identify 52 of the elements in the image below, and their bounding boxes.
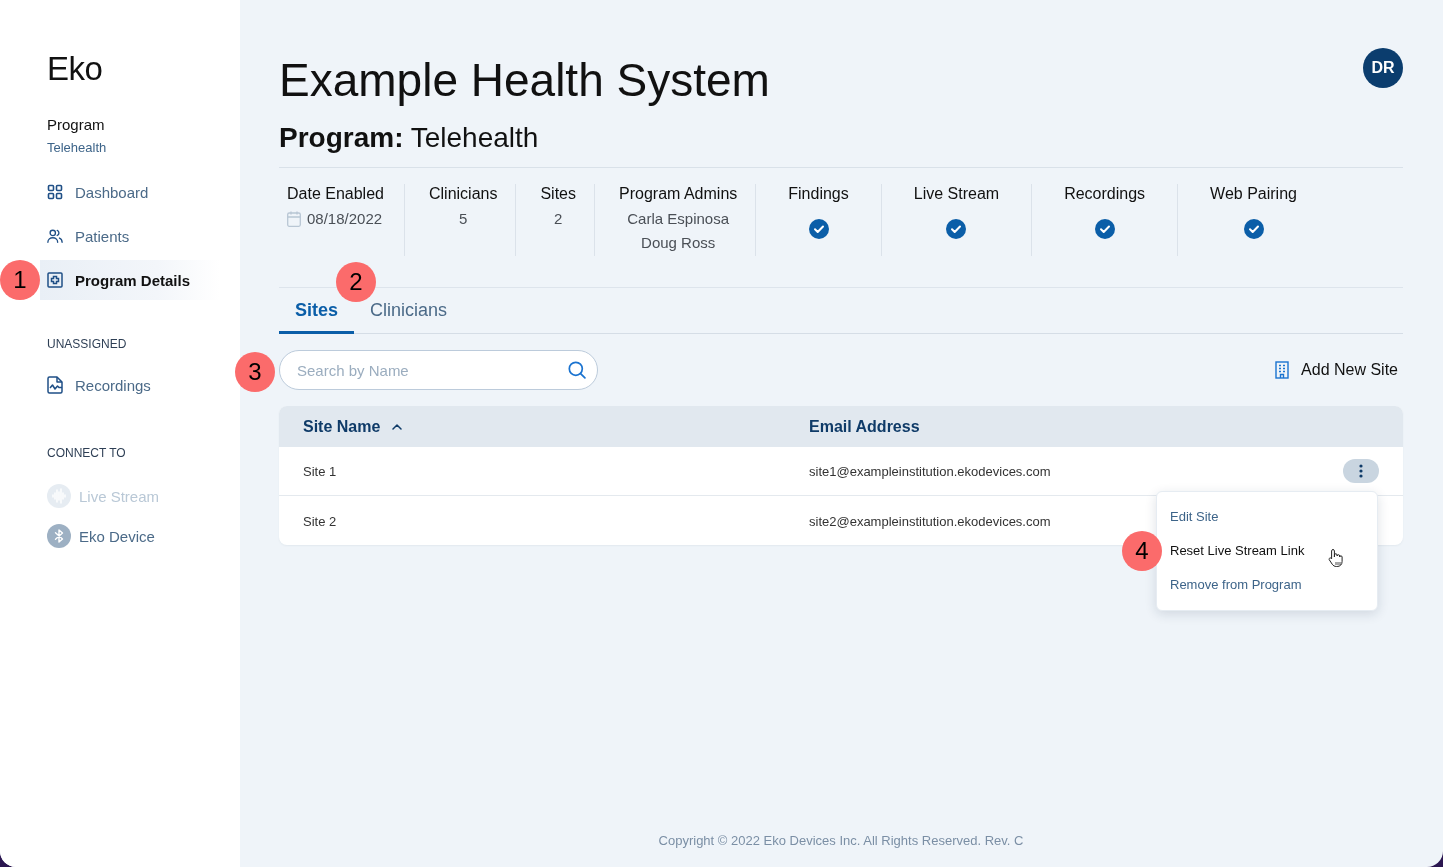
program-heading: Program: Telehealth <box>279 121 539 155</box>
plus-square-icon <box>47 272 63 288</box>
stat-label: Web Pairing <box>1210 184 1297 204</box>
logo: Eko <box>47 50 104 88</box>
stat-value: 5 <box>459 209 468 229</box>
add-site-button[interactable]: Add New Site <box>1275 361 1403 379</box>
stat-label: Program Admins <box>619 184 738 204</box>
calendar-icon <box>287 211 301 227</box>
page-title: Example Health System <box>279 53 770 108</box>
stat-label: Date Enabled <box>287 184 384 204</box>
step-callout: 3 <box>235 352 275 392</box>
step-callout: 4 <box>1122 531 1162 571</box>
stat-label: Findings <box>788 184 849 204</box>
more-button[interactable] <box>1343 459 1379 483</box>
stat-label: Live Stream <box>913 184 1000 204</box>
vertical-dots-icon <box>1359 464 1363 478</box>
section-heading: UNASSIGNED <box>47 336 128 352</box>
column-header[interactable]: Site Name <box>279 406 785 447</box>
document-wave-icon <box>47 376 63 394</box>
step-callout: 2 <box>336 262 377 302</box>
program-name: Telehealth <box>47 139 108 157</box>
table-cell: Site 2 <box>303 513 337 529</box>
building-icon <box>1275 361 1290 379</box>
nav-item[interactable]: Patients <box>40 216 220 256</box>
search-field[interactable]: Search by Name <box>279 350 598 390</box>
waveform-icon <box>47 484 71 508</box>
table-cell: Site 1 <box>303 464 337 479</box>
stat-value: 2 <box>554 209 563 229</box>
grid-icon <box>47 184 63 200</box>
menu-item[interactable]: Edit Site <box>1157 500 1377 534</box>
user-avatar[interactable]: DR <box>1363 48 1403 88</box>
stat-value: Doug Ross <box>641 233 716 253</box>
step-callout: 1 <box>0 260 40 300</box>
stat-label: Recordings <box>1064 184 1146 204</box>
hand-cursor-icon <box>1328 548 1344 568</box>
stat-value: Carla Espinosa <box>627 209 729 229</box>
people-icon <box>47 228 63 244</box>
stat-label: Clinicians <box>428 184 498 204</box>
date-value: 08/18/2022 <box>307 209 383 229</box>
column-header[interactable]: Email Address <box>785 406 1403 447</box>
table-cell: site2@exampleinstitution.ekodevices.com <box>809 513 1051 529</box>
nav-item[interactable]: Dashboard <box>40 172 220 212</box>
table-cell: site1@exampleinstitution.ekodevices.com <box>809 464 1051 479</box>
copyright-text: Copyright © 2022 Eko Devices Inc. All Rights Reserved. Rev. C <box>658 833 1024 850</box>
section-heading: CONNECT TO <box>47 445 127 461</box>
nav-item[interactable]: Recordings <box>40 365 220 405</box>
stat-label: Sites <box>540 184 576 204</box>
menu-item[interactable]: Remove from Program <box>1157 568 1377 602</box>
bluetooth-icon <box>47 524 71 548</box>
search-icon <box>568 361 586 379</box>
connect-item[interactable]: Eko Device <box>47 516 220 556</box>
program-label: Program <box>47 115 106 135</box>
